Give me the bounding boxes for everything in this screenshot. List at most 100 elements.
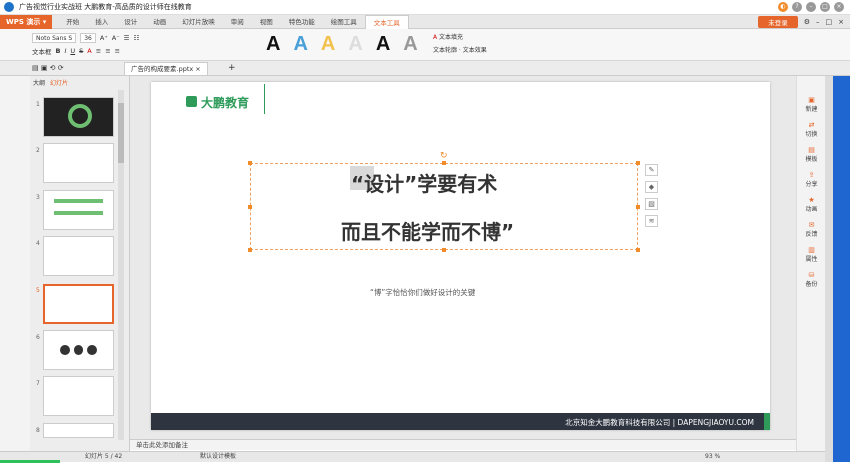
- menu-features[interactable]: 特色功能: [281, 15, 323, 29]
- task-template[interactable]: ▤ 模板: [797, 146, 826, 163]
- status-bar: 幻灯片 5 / 42 默认设计模板 93 %: [0, 451, 825, 463]
- font-size-select[interactable]: 36: [80, 32, 96, 43]
- task-backup[interactable]: ⛁ 备份: [797, 271, 826, 288]
- close-icon[interactable]: ×: [834, 2, 844, 12]
- task-panel: ▣ 新建 ⇄ 切换 ▤ 模板 ⇪ 分享 ★ 动画 ✉ 反馈 ▥ 属性 ⛁ 备份: [796, 76, 825, 451]
- textbox-button[interactable]: 文本框: [32, 46, 52, 56]
- task-feedback[interactable]: ✉ 反馈: [797, 221, 826, 238]
- tab-outline[interactable]: 大纲: [33, 78, 45, 87]
- resize-handle[interactable]: [636, 205, 640, 209]
- canvas-scrollbar[interactable]: [825, 76, 833, 462]
- text-fill-icon[interactable]: A: [433, 34, 437, 41]
- template-icon: ▤: [808, 146, 815, 154]
- resize-handle[interactable]: [248, 161, 252, 165]
- login-button[interactable]: 未登录: [758, 16, 798, 28]
- menu-drawing-tools[interactable]: 绘图工具: [323, 15, 365, 29]
- close-doc-icon[interactable]: ×: [838, 18, 844, 26]
- resize-handle[interactable]: [636, 248, 640, 252]
- resize-handle[interactable]: [442, 248, 446, 252]
- slide-thumb-1[interactable]: [43, 97, 114, 137]
- thumb-circles: [60, 345, 98, 355]
- menu-slideshow[interactable]: 幻灯片放映: [174, 15, 223, 29]
- panel-tabs: 大纲 幻灯片: [30, 76, 129, 88]
- slide-thumb-5[interactable]: [43, 284, 114, 324]
- quick-access-icons[interactable]: ▤ ▣ ⟲ ⟳: [32, 64, 64, 72]
- menu-text-tools[interactable]: 文本工具: [364, 14, 409, 29]
- style-dark[interactable]: A: [376, 34, 390, 54]
- document-tab[interactable]: 广告的构成要素.pptx ×: [124, 62, 208, 75]
- menu-design[interactable]: 设计: [116, 15, 145, 29]
- task-properties[interactable]: ▥ 属性: [797, 246, 826, 263]
- slide-number: 5: [36, 287, 40, 294]
- menu-view[interactable]: 视图: [252, 15, 281, 29]
- underline-icon[interactable]: U: [70, 47, 75, 55]
- minimize-icon[interactable]: –: [806, 2, 816, 12]
- menu-insert[interactable]: 插入: [87, 15, 116, 29]
- shrink-font-icon[interactable]: A⁻: [112, 34, 120, 42]
- notes-pane[interactable]: 单击此处添加备注: [130, 439, 796, 450]
- resize-handle[interactable]: [248, 205, 252, 209]
- current-slide[interactable]: [151, 82, 770, 430]
- bold-icon[interactable]: B: [56, 47, 61, 55]
- font-color-icon[interactable]: A: [87, 47, 91, 55]
- app-menu-button[interactable]: WPS 演示 ▾: [0, 14, 53, 29]
- align-center-icon[interactable]: ≡: [105, 47, 110, 55]
- slide-title-line2[interactable]: 而且不能学而不博”: [341, 216, 514, 245]
- resize-handle[interactable]: [636, 161, 640, 165]
- rotate-handle-icon[interactable]: ↻: [440, 151, 448, 161]
- italic-icon[interactable]: I: [64, 47, 66, 55]
- settings-icon[interactable]: ⚙: [804, 18, 810, 26]
- tab-slides[interactable]: 幻灯片: [50, 78, 68, 87]
- slide-thumb-7[interactable]: [43, 376, 114, 416]
- slide-thumb-2[interactable]: [43, 143, 114, 183]
- edit-shape-icon[interactable]: ✎: [645, 164, 658, 176]
- image-icon[interactable]: ▧: [645, 198, 658, 210]
- zoom-level[interactable]: 93 %: [705, 452, 720, 462]
- menu-animation[interactable]: 动画: [145, 15, 174, 29]
- slide-thumb-3[interactable]: [43, 190, 114, 230]
- style-gray[interactable]: A: [403, 34, 417, 54]
- slide-subtitle[interactable]: “博”字恰恰你们做好设计的关键: [370, 287, 475, 298]
- font-name-select[interactable]: Noto Sans S: [32, 32, 77, 43]
- slide-thumb-4[interactable]: [43, 236, 114, 276]
- maximize-icon[interactable]: □: [820, 2, 830, 12]
- help-icon[interactable]: ?: [792, 2, 802, 12]
- numbering-icon[interactable]: ☷: [133, 34, 139, 42]
- ribbon: Noto Sans S 36 A⁺ A⁻ ☰ ☷ 文本框 B I U S A ≡…: [0, 29, 850, 61]
- strikethrough-icon[interactable]: S: [79, 47, 83, 55]
- skin-icon[interactable]: ◐: [778, 2, 788, 12]
- task-switch[interactable]: ⇄ 切换: [797, 121, 826, 138]
- document-tabbar: ▤ ▣ ⟲ ⟳ 广告的构成要素.pptx × +: [0, 61, 850, 76]
- task-animation[interactable]: ★ 动画: [797, 196, 826, 213]
- grow-font-icon[interactable]: A⁺: [100, 34, 108, 42]
- thumb-bar: [54, 199, 103, 203]
- layers-icon[interactable]: ≋: [645, 215, 658, 227]
- menu-start[interactable]: 开始: [58, 15, 87, 29]
- text-effect-button[interactable]: 文本效果: [463, 47, 487, 54]
- task-new[interactable]: ▣ 新建: [797, 96, 826, 113]
- theme-name: 默认设计模板: [200, 453, 237, 460]
- text-fill-button[interactable]: 文本填充: [439, 34, 463, 41]
- thumbs-scroll-thumb[interactable]: [118, 103, 124, 163]
- resize-handle[interactable]: [248, 248, 252, 252]
- minimize-ribbon-icon[interactable]: –: [816, 18, 820, 26]
- resize-handle[interactable]: [442, 161, 446, 165]
- menu-review[interactable]: 审阅: [223, 15, 252, 29]
- fill-bucket-icon[interactable]: ◆: [645, 181, 658, 193]
- slide-title-line1[interactable]: “设计”学要有术: [351, 168, 497, 197]
- style-light[interactable]: A: [348, 34, 362, 54]
- add-tab-button[interactable]: +: [228, 63, 236, 73]
- footer-text: 北京知金大鹏教育科技有限公司 | DAPENGJIAOYU.COM: [565, 418, 754, 427]
- restore-icon[interactable]: □: [826, 18, 833, 26]
- style-blue[interactable]: A: [293, 34, 307, 54]
- style-gold[interactable]: A: [321, 34, 335, 54]
- bullets-icon[interactable]: ☰: [124, 34, 130, 42]
- slide-thumb-6[interactable]: [43, 330, 114, 370]
- text-outline-button[interactable]: 文本轮廓: [433, 47, 457, 54]
- align-right-icon[interactable]: ≡: [115, 47, 120, 55]
- task-share[interactable]: ⇪ 分享: [797, 171, 826, 188]
- style-black[interactable]: A: [266, 34, 280, 54]
- text-style-gallery: A A A A A A: [266, 34, 418, 54]
- slide-thumb-8[interactable]: [43, 423, 114, 438]
- align-left-icon[interactable]: ≡: [96, 47, 101, 55]
